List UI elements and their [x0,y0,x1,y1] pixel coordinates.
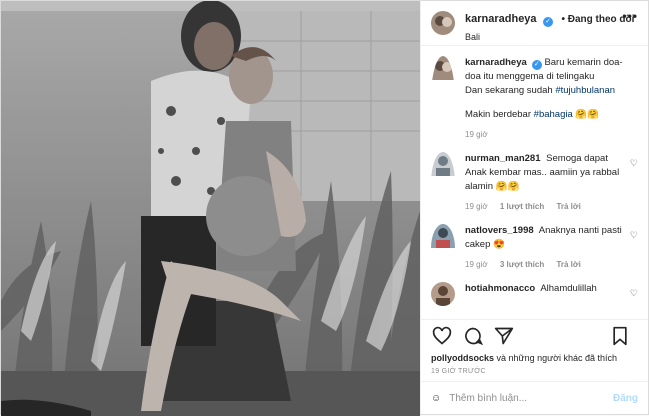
comment-body: nurman_man281 Semoga dapat Anak kembar m… [465,152,625,214]
caption-emojis: 🤗🤗 [575,109,600,120]
heart-icon[interactable]: ♡ [630,288,638,299]
post-header: karnaradheya ✓ • Đang theo dõi Bali ••• [421,1,648,46]
comments-list: karnaradheya ✓ Baru kemarin doa-doa itu m… [421,46,648,319]
share-icon[interactable] [493,325,515,347]
heart-icon[interactable]: ♡ [630,230,638,241]
comment-likes[interactable]: 1 lượt thích [500,202,544,211]
more-options-button[interactable]: ••• [622,9,638,23]
comment-input[interactable]: Thêm bình luận... [449,393,613,404]
caption-avatar[interactable] [431,56,455,142]
comment-username[interactable]: hotiahmonacco [465,283,535,294]
comment-text: Alhamdulillah [540,283,597,294]
comment-username[interactable]: nurman_man281 [465,153,541,164]
author-avatar[interactable] [431,11,455,35]
comment-icon[interactable] [462,325,484,347]
couple-photo-image [1,1,420,416]
add-comment-bar: ☺ Thêm bình luận... Đăng [421,381,648,414]
likes-summary: pollyoddsocks và những người khác đã thí… [421,352,648,364]
reply-button[interactable]: Trả lời [556,260,580,269]
reply-button[interactable]: Trả lời [556,202,580,211]
caption-line-3: Makin berdebar [465,109,532,120]
commenter-avatar[interactable] [431,282,455,306]
action-bar [421,319,648,352]
caption-time[interactable]: 19 giờ [465,130,488,139]
heart-icon[interactable] [431,325,453,347]
comment-item: natlovers_1998 Anaknya nanti pasti cakep… [431,224,638,272]
commenter-avatar[interactable] [431,152,455,214]
post-header-text: karnaradheya ✓ • Đang theo dõi Bali [465,11,634,44]
post-photo[interactable] [1,1,420,416]
hashtag-link[interactable]: #bahagia [534,109,573,120]
comment-username[interactable]: natlovers_1998 [465,225,534,236]
commenter-avatar[interactable] [431,224,455,272]
comment-likes[interactable]: 3 lượt thích [500,260,544,269]
post-timestamp[interactable]: 19 GIỜ TRƯỚC [421,364,648,381]
author-username[interactable]: karnaradheya [465,13,537,25]
emoji-icon[interactable]: ☺ [431,393,441,404]
instagram-post: karnaradheya ✓ • Đang theo dõi Bali ••• … [0,0,649,416]
post-comment-button[interactable]: Đăng [613,393,638,404]
caption-body: karnaradheya ✓ Baru kemarin doa-doa itu m… [465,56,625,142]
comment-item: hotiahmonacco Alhamdulillah ♡ [431,282,638,306]
verified-icon: ✓ [531,60,542,70]
comment-time[interactable]: 19 giờ [465,260,488,269]
comment-item: nurman_man281 Semoga dapat Anak kembar m… [431,152,638,214]
liker-username[interactable]: pollyoddsocks [431,353,494,363]
likes-rest-text[interactable]: và những người khác đã thích [497,353,618,363]
post-side-panel: karnaradheya ✓ • Đang theo dõi Bali ••• … [420,1,648,414]
caption-username[interactable]: karnaradheya [465,57,527,68]
verified-icon: ✓ [543,17,553,27]
caption: karnaradheya ✓ Baru kemarin doa-doa itu m… [431,56,638,142]
caption-line-2: Dan sekarang sudah [465,85,553,96]
post-location[interactable]: Bali [465,31,634,44]
bookmark-icon[interactable] [609,325,631,347]
hashtag-link[interactable]: #tujuhbulanan [555,85,615,96]
comment-body: hotiahmonacco Alhamdulillah [465,282,625,306]
comment-body: natlovers_1998 Anaknya nanti pasti cakep… [465,224,625,272]
comment-time[interactable]: 19 giờ [465,202,488,211]
heart-icon[interactable]: ♡ [630,158,638,169]
